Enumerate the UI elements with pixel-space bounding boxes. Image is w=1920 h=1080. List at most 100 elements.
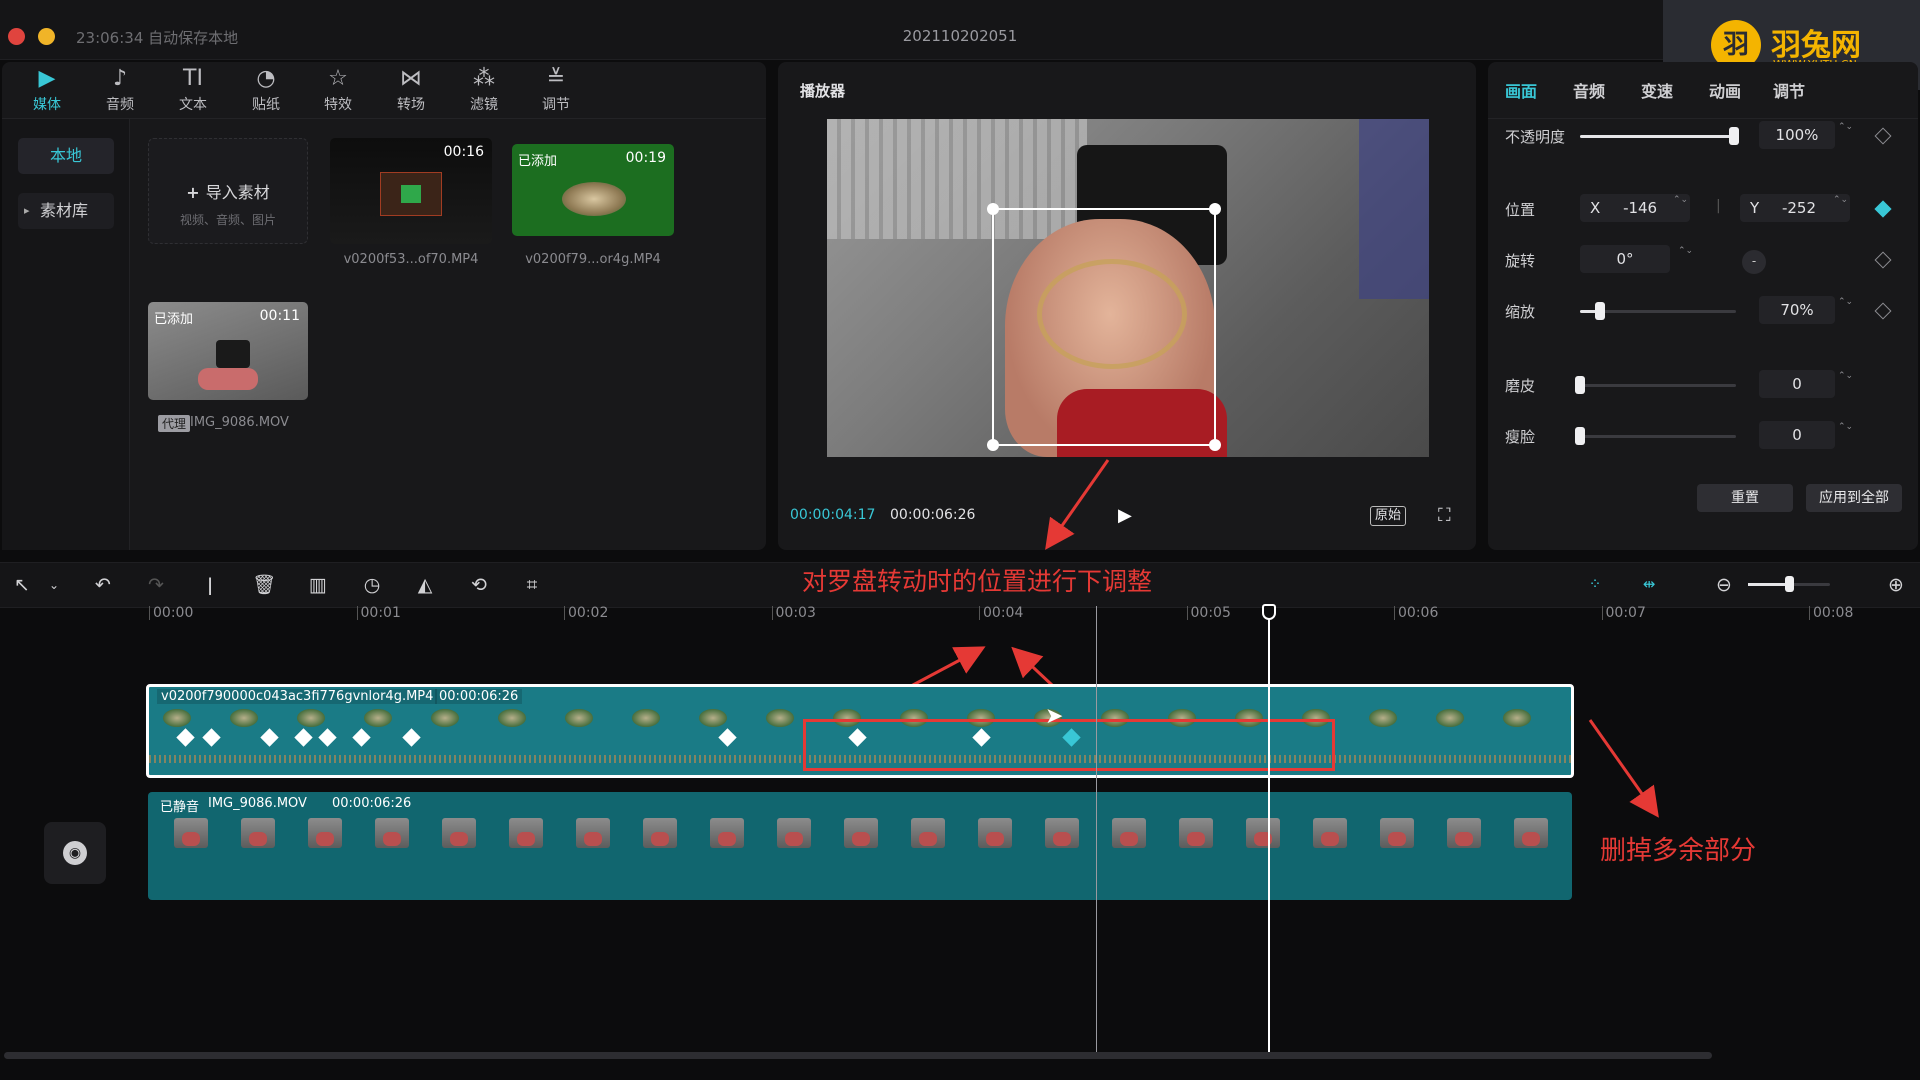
- zoom-slider-track: [1790, 583, 1830, 586]
- scale-stepper[interactable]: ⌃⌄: [1838, 296, 1853, 324]
- clip-frame-thumbnail: [230, 709, 258, 727]
- rotate-button[interactable]: ⟲: [465, 572, 493, 598]
- rotation-label: 旋转: [1505, 252, 1536, 270]
- clip-frame-thumbnail: [978, 818, 1012, 848]
- zoom-out-button[interactable]: ⊖: [1710, 572, 1738, 598]
- keyframe-marker[interactable]: [718, 728, 737, 747]
- undo-button[interactable]: ↶: [89, 572, 117, 598]
- slim-face-stepper[interactable]: ⌃⌄: [1838, 421, 1853, 449]
- clip-frame-thumbnail: [1436, 709, 1464, 727]
- magnet-icon: ⁘: [1588, 575, 1602, 593]
- ruler-tick-label: 00:00: [153, 605, 194, 621]
- freeze-icon: ▥: [309, 574, 327, 596]
- clip-frame-thumbnail: [509, 818, 543, 848]
- position-y-value: -252: [1781, 199, 1816, 217]
- reverse-button[interactable]: ◷: [358, 572, 386, 598]
- clip-frame-thumbnail: [777, 818, 811, 848]
- keyframe-marker[interactable]: [318, 728, 337, 747]
- mute-icon: ◉: [63, 841, 87, 865]
- hover-position-line: [1096, 606, 1097, 1052]
- tab-speed[interactable]: 变速: [1641, 78, 1673, 102]
- tab-prop-adjust[interactable]: 调节: [1773, 78, 1805, 102]
- zoom-in-icon: ⊕: [1888, 574, 1904, 596]
- clip-frame-thumbnail: [1112, 818, 1146, 848]
- smooth-skin-stepper[interactable]: ⌃⌄: [1838, 370, 1853, 398]
- rotation-stepper[interactable]: ⌃⌄: [1678, 245, 1693, 273]
- ruler-tick-label: 00:08: [1813, 605, 1854, 621]
- redo-button[interactable]: ↷: [142, 572, 170, 598]
- slim-face-input[interactable]: 0: [1759, 421, 1835, 449]
- ruler-tick: [564, 606, 565, 620]
- opacity-stepper[interactable]: ⌃⌄: [1838, 121, 1853, 149]
- position-x-stepper[interactable]: ⌃⌄: [1673, 194, 1688, 222]
- clip-frame-thumbnail: [498, 709, 526, 727]
- reverse-icon: ◷: [363, 574, 381, 596]
- keyframe-marker[interactable]: [352, 728, 371, 747]
- annotation-text: 对罗盘转动时的位置进行下调整: [802, 567, 1153, 596]
- snap-toggle-button[interactable]: ⁘: [1582, 573, 1608, 595]
- tab-prop-audio[interactable]: 音频: [1573, 78, 1605, 102]
- horizontal-scrollbar[interactable]: [4, 1052, 1712, 1059]
- ruler-tick-label: 00:07: [1605, 605, 1646, 621]
- ruler-tick: [1186, 606, 1188, 620]
- opacity-input[interactable]: 100%: [1759, 121, 1835, 149]
- reset-button[interactable]: 重置: [1697, 484, 1793, 512]
- ruler-tick: [979, 606, 980, 620]
- linkage-toggle-button[interactable]: ⇹: [1636, 573, 1662, 595]
- position-y-stepper[interactable]: ⌃⌄: [1833, 194, 1848, 222]
- opacity-label: 不透明度: [1505, 128, 1566, 146]
- select-tool-button[interactable]: ↖: [8, 572, 36, 598]
- clip-frame-thumbnail: [1313, 818, 1347, 848]
- apply-all-button[interactable]: 应用到全部: [1806, 484, 1902, 512]
- divider: [1488, 118, 1918, 119]
- keyframe-marker[interactable]: [202, 728, 221, 747]
- keyframe-marker[interactable]: [176, 728, 195, 747]
- tab-animation[interactable]: 动画: [1709, 78, 1741, 102]
- freeze-frame-button[interactable]: ▥: [304, 572, 332, 598]
- smooth-skin-slider[interactable]: [1580, 384, 1736, 387]
- keyframe-marker[interactable]: [260, 728, 279, 747]
- scale-input[interactable]: 70%: [1759, 296, 1835, 324]
- slim-face-slider-knob[interactable]: [1575, 427, 1585, 445]
- divider: |: [1716, 198, 1721, 214]
- clip-frame-thumbnail: [1179, 818, 1213, 848]
- clip-frame-thumbnail: [844, 818, 878, 848]
- ruler-tick: [149, 606, 150, 620]
- ruler-tick-label: 00:05: [1190, 605, 1231, 621]
- annotation-arrow: [1045, 459, 1110, 550]
- smooth-skin-input[interactable]: 0: [1759, 370, 1835, 398]
- chevron-down-icon[interactable]: ⌄: [40, 572, 68, 598]
- ruler-tick-label: 00:03: [775, 605, 816, 621]
- clip-frame-thumbnail: [643, 818, 677, 848]
- delete-button[interactable]: 🗑: [250, 572, 278, 598]
- playhead-handle[interactable]: [1262, 604, 1276, 620]
- clip-frame-thumbnail: [174, 818, 208, 848]
- crop-button[interactable]: ⌗: [518, 572, 546, 598]
- position-x-value: -146: [1623, 199, 1658, 217]
- clip-frame-thumbnail: [1246, 818, 1280, 848]
- zoom-slider-knob[interactable]: [1785, 576, 1794, 592]
- zoom-in-button[interactable]: ⊕: [1882, 572, 1910, 598]
- smooth-skin-label: 磨皮: [1505, 377, 1536, 395]
- keyframe-marker[interactable]: [294, 728, 313, 747]
- delete-icon: 🗑: [251, 574, 277, 596]
- mirror-button[interactable]: ◭: [411, 572, 439, 598]
- rotation-input[interactable]: 0°: [1580, 245, 1670, 273]
- opacity-slider-knob[interactable]: [1729, 127, 1739, 145]
- keyframe-marker[interactable]: [402, 728, 421, 747]
- slim-face-label: 瘦脸: [1505, 428, 1536, 446]
- clip-frame-thumbnail: [710, 818, 744, 848]
- split-button[interactable]: ǀ: [196, 572, 224, 598]
- track-mute-button[interactable]: ◉: [44, 822, 106, 884]
- playhead-line[interactable]: [1268, 614, 1270, 1052]
- clip-frame-thumbnail: [576, 818, 610, 848]
- zoom-slider[interactable]: [1748, 583, 1790, 586]
- smooth-skin-slider-knob[interactable]: [1575, 376, 1585, 394]
- tab-picture[interactable]: 画面: [1505, 78, 1537, 102]
- scale-slider-knob[interactable]: [1595, 302, 1605, 320]
- second-video-track-clip[interactable]: 已静音 IMG_9086.MOV 00:00:06:26: [148, 792, 1572, 900]
- annotation-text: 删掉多余部分: [1600, 836, 1757, 866]
- clip-frame-thumbnail: [1503, 709, 1531, 727]
- slim-face-slider[interactable]: [1580, 435, 1736, 438]
- rotation-dial[interactable]: -: [1742, 250, 1766, 274]
